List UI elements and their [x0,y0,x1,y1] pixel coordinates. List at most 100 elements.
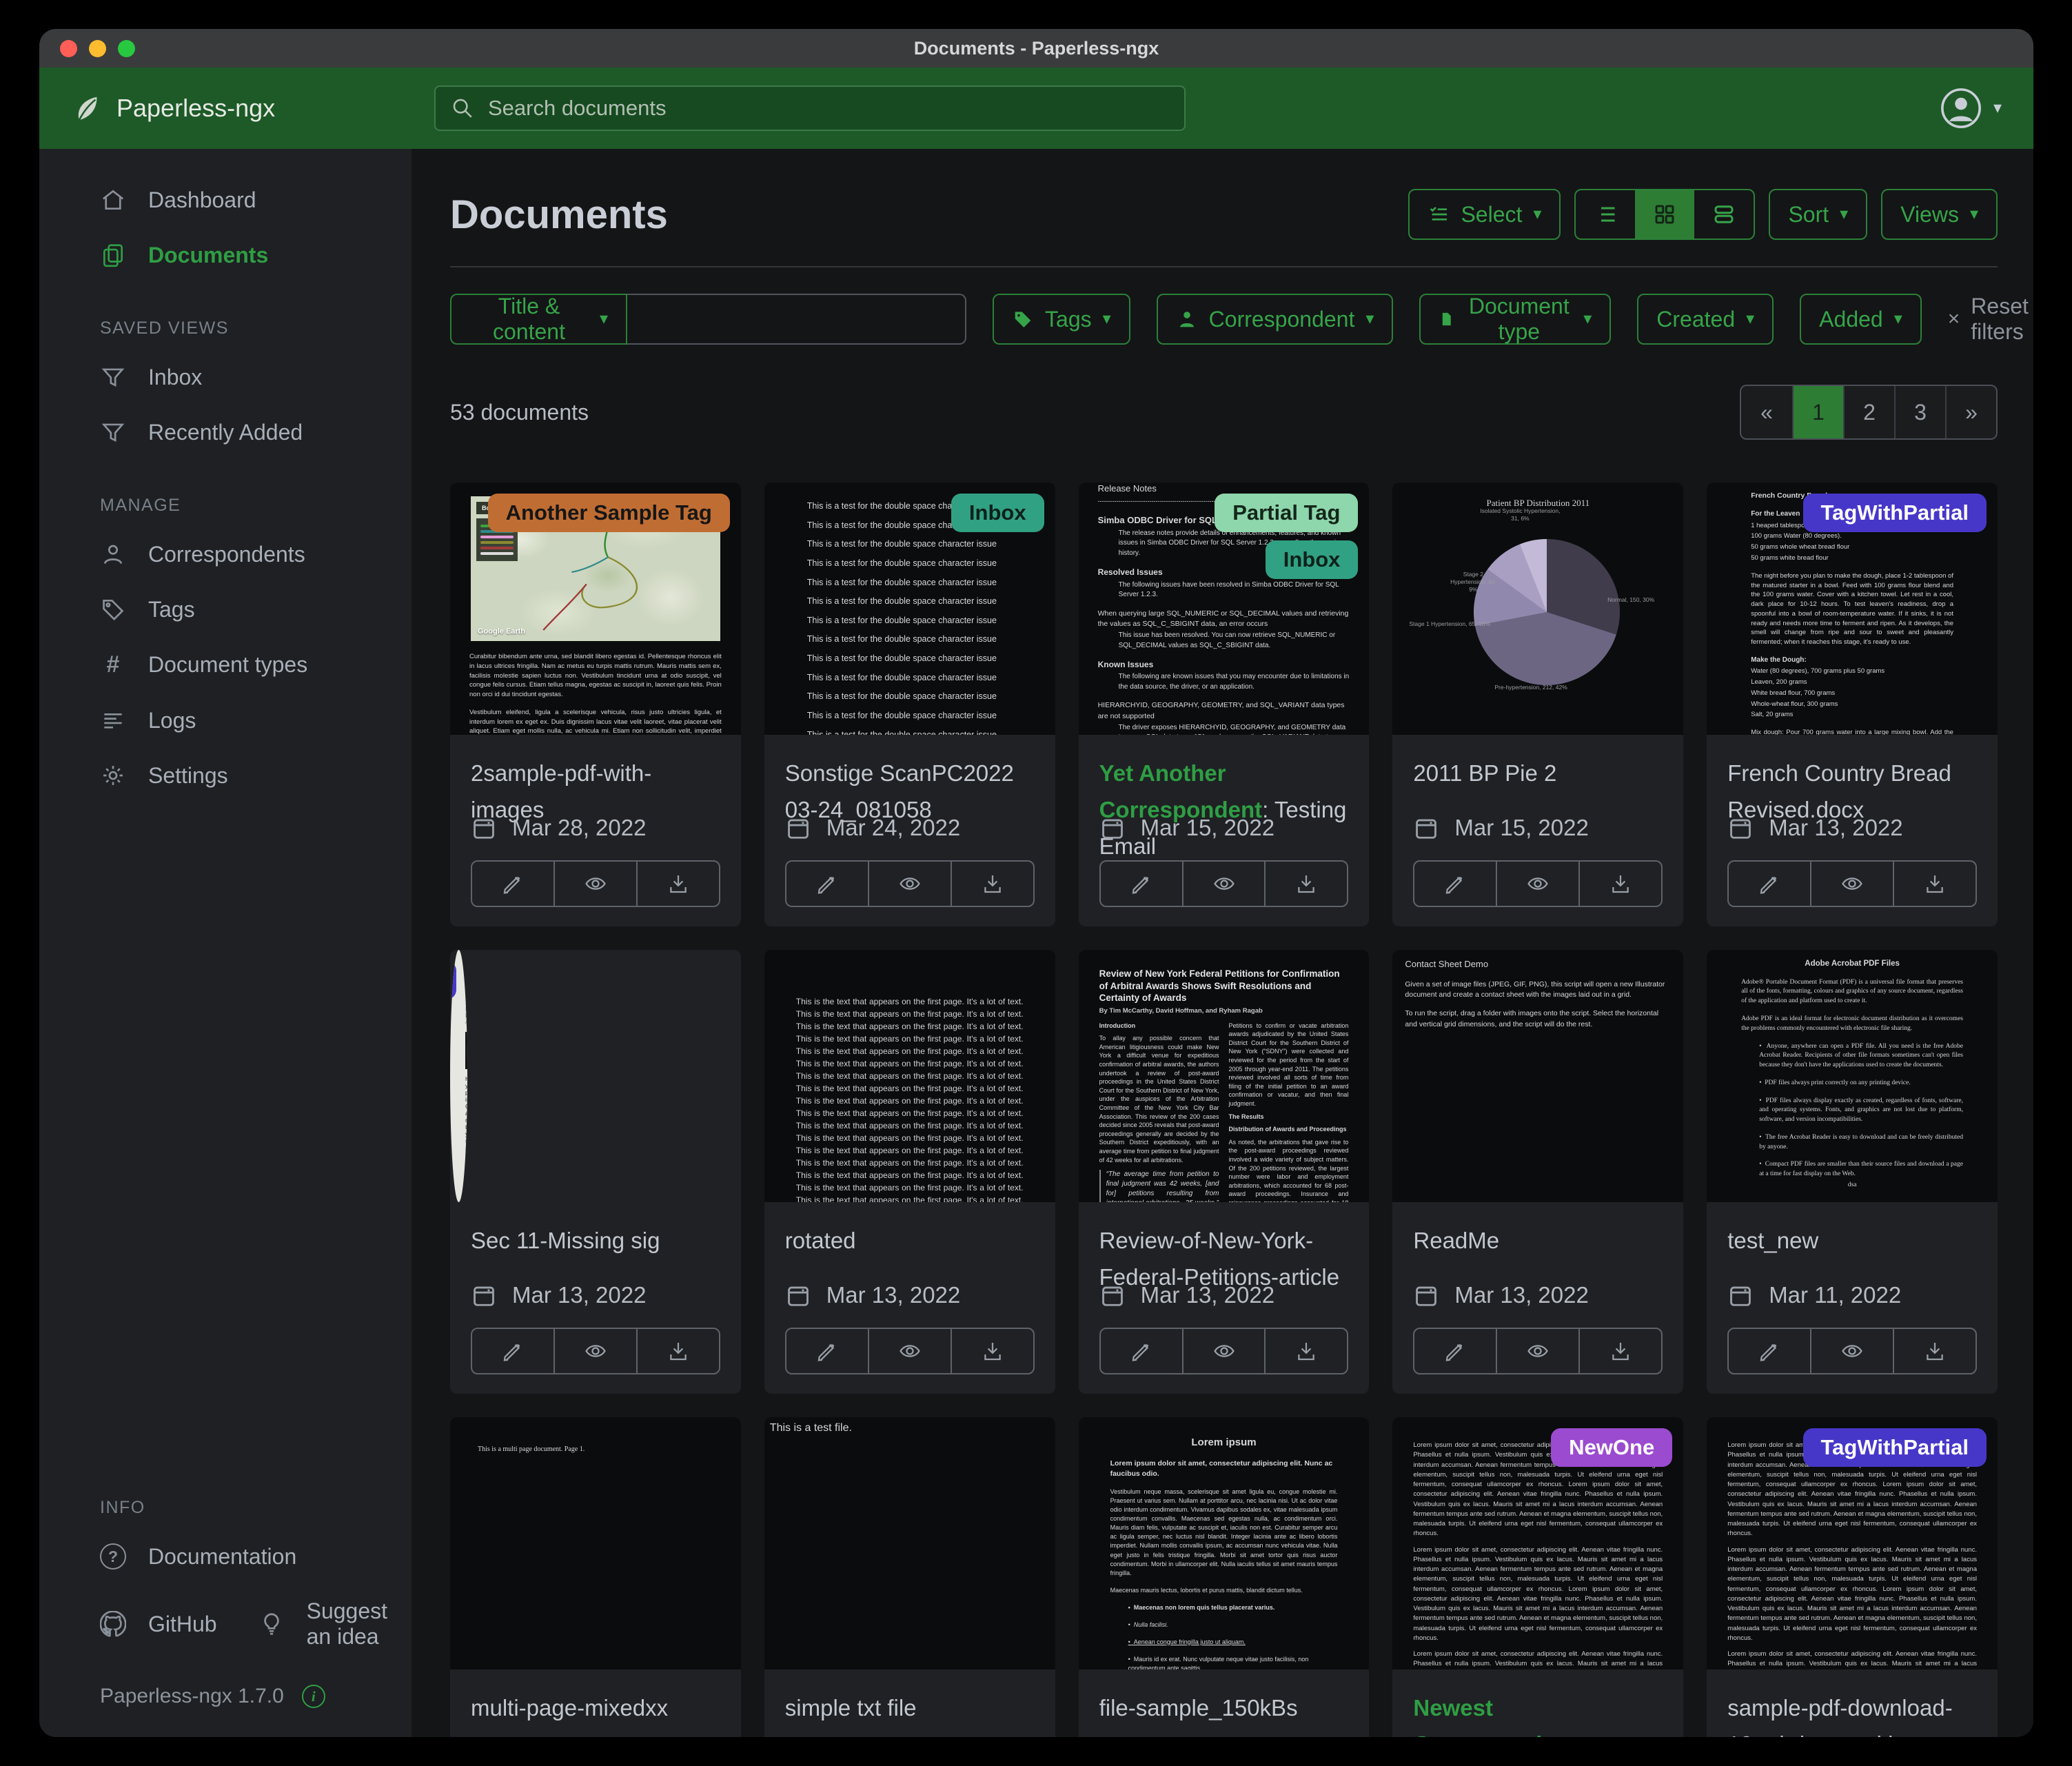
download-button[interactable] [636,1329,719,1373]
document-card[interactable]: Partial TagInbox Release Notes----------… [1079,483,1370,926]
view-button[interactable] [1182,862,1265,906]
edit-button[interactable] [1101,862,1182,906]
sort-button[interactable]: Sort ▾ [1769,189,1867,240]
document-card[interactable]: NewOne Lorem ipsum dolor sit amet, conse… [1392,1417,1683,1737]
filter-tags-button[interactable]: Tags ▾ [993,294,1130,345]
document-thumbnail[interactable]: This is a multi page document. Page 1. [450,1417,741,1669]
document-card[interactable]: Review of New York Federal Petitions for… [1079,950,1370,1394]
edit-button[interactable] [1414,1329,1496,1373]
document-title[interactable]: file-sample_150kBs [1099,1690,1349,1727]
document-title[interactable]: rotated [785,1223,1035,1259]
close-window-button[interactable] [60,40,77,57]
sidebar-item-recently-added[interactable]: Recently Added [39,405,412,460]
document-thumbnail[interactable]: Another Sample Tag Boundary Waters TripG… [450,483,741,735]
sidebar-item-correspondents[interactable]: Correspondents [39,527,412,582]
document-card[interactable]: TagWithPartial Lorem ipsum dolor sit ame… [1707,1417,1998,1737]
view-details-button[interactable] [1694,190,1754,238]
document-card[interactable]: This is a test file. simple txt file [764,1417,1055,1737]
tag-badge[interactable]: Inbox [1266,540,1359,579]
document-card[interactable]: Inbox This is a test for the double spac… [764,483,1055,926]
download-button[interactable] [1578,862,1661,906]
tag-badge[interactable]: Inbox [951,494,1044,532]
edit-button[interactable] [472,1329,553,1373]
sidebar-item-documents[interactable]: Documents [39,227,412,283]
edit-button[interactable] [1729,1329,1810,1373]
document-title[interactable]: simple txt file [785,1690,1035,1727]
sidebar-item-logs[interactable]: Logs [39,693,412,748]
user-menu[interactable]: ▾ [1940,87,2002,130]
document-card[interactable]: Another Sample Tag Boundary Waters TripG… [450,483,741,926]
document-title[interactable]: 2011 BP Pie 2 [1413,755,1663,792]
pagination-prev[interactable]: « [1741,386,1792,438]
sidebar-item-documentation[interactable]: ? Documentation [39,1529,412,1584]
correspondent-name[interactable]: Yet Another Correspondent [1099,760,1263,822]
pagination-next[interactable]: » [1945,386,1996,438]
pagination-page-3[interactable]: 3 [1894,386,1945,438]
tag-badge[interactable]: TagWithPartial [1803,494,1987,532]
tag-badge[interactable]: TagWithPartial [1803,1428,1987,1467]
document-thumbnail[interactable]: Inbox This is a test for the double spac… [764,483,1055,735]
edit-button[interactable] [786,1329,868,1373]
edit-button[interactable] [472,862,553,906]
document-thumbnail[interactable]: This is the text that appears on the fir… [764,950,1055,1202]
sidebar-item-github[interactable]: GitHub [39,1596,231,1652]
filter-added-button[interactable]: Added ▾ [1800,294,1922,345]
download-button[interactable] [951,1329,1033,1373]
document-title[interactable]: multi-page-mixedxx [471,1690,720,1727]
filter-document-type-button[interactable]: Document type ▾ [1419,294,1611,345]
pagination-page-2[interactable]: 2 [1843,386,1894,438]
document-thumbnail[interactable]: NewOne Lorem ipsum dolor sit amet, conse… [1392,1417,1683,1669]
correspondent-name[interactable]: Newest Correspondent [1413,1695,1576,1737]
download-button[interactable] [1264,1329,1347,1373]
sidebar-item-inbox[interactable]: Inbox [39,349,412,405]
view-list-button[interactable] [1576,190,1635,238]
tag-badge[interactable]: Another Sample Tag [488,494,730,532]
view-button[interactable] [868,1329,951,1373]
edit-button[interactable] [1101,1329,1182,1373]
document-thumbnail[interactable]: Patient BP Distribution 2011Normal, 150,… [1392,483,1683,735]
view-button[interactable] [1496,1329,1578,1373]
document-card[interactable]: TagWithPartial Application for Medical S… [450,950,741,1394]
zoom-window-button[interactable] [118,40,135,57]
document-thumbnail[interactable]: This is a test file. [764,1417,1055,1669]
reset-filters-button[interactable]: × Reset filters [1948,294,2029,345]
document-thumbnail[interactable]: TagWithPartial Lorem ipsum dolor sit ame… [1707,1417,1998,1669]
pagination-page-1[interactable]: 1 [1792,386,1843,438]
document-card[interactable]: Lorem ipsumLorem ipsum dolor sit amet, c… [1079,1417,1370,1737]
brand[interactable]: Paperless-ngx [71,92,275,124]
edit-button[interactable] [786,862,868,906]
document-title[interactable]: test_new [1727,1223,1977,1259]
edit-button[interactable] [1729,862,1810,906]
sidebar-item-suggest-idea[interactable]: Suggest an idea [231,1584,412,1664]
document-title[interactable]: Newest Correspondent: f_combineds [1413,1690,1663,1737]
document-card[interactable]: Adobe Acrobat PDF FilesAdobe® Portable D… [1707,950,1998,1394]
edit-button[interactable] [1414,862,1496,906]
filter-field-button[interactable]: Title & content ▾ [450,294,627,345]
select-button[interactable]: Select ▾ [1408,189,1561,240]
document-thumbnail[interactable]: Partial TagInbox Release Notes----------… [1079,483,1370,735]
download-button[interactable] [1893,862,1975,906]
document-card[interactable]: This is the text that appears on the fir… [764,950,1055,1394]
tag-badge[interactable]: NewOne [1551,1428,1672,1467]
views-button[interactable]: Views ▾ [1881,189,1998,240]
document-thumbnail[interactable]: TagWithPartial Application for Medical S… [450,950,467,1202]
download-button[interactable] [1578,1329,1661,1373]
info-icon[interactable]: i [302,1685,325,1708]
sidebar-item-document-types[interactable]: # Document types [39,637,412,693]
document-card[interactable]: Patient BP Distribution 2011Normal, 150,… [1392,483,1683,926]
view-button[interactable] [1810,862,1893,906]
filter-correspondent-button[interactable]: Correspondent ▾ [1157,294,1394,345]
document-title[interactable]: ReadMe [1413,1223,1663,1259]
download-button[interactable] [1264,862,1347,906]
view-button[interactable] [1810,1329,1893,1373]
sidebar-item-dashboard[interactable]: Dashboard [39,172,412,227]
document-thumbnail[interactable]: TagWithPartial French Country BreadFor t… [1707,483,1998,735]
document-thumbnail[interactable]: Lorem ipsumLorem ipsum dolor sit amet, c… [1079,1417,1370,1669]
filter-created-button[interactable]: Created ▾ [1637,294,1774,345]
view-grid-button[interactable] [1635,190,1694,238]
view-button[interactable] [1496,862,1578,906]
minimize-window-button[interactable] [89,40,106,57]
document-thumbnail[interactable]: Adobe Acrobat PDF FilesAdobe® Portable D… [1707,950,1998,1202]
view-button[interactable] [553,1329,636,1373]
filter-query-input[interactable] [627,294,966,345]
